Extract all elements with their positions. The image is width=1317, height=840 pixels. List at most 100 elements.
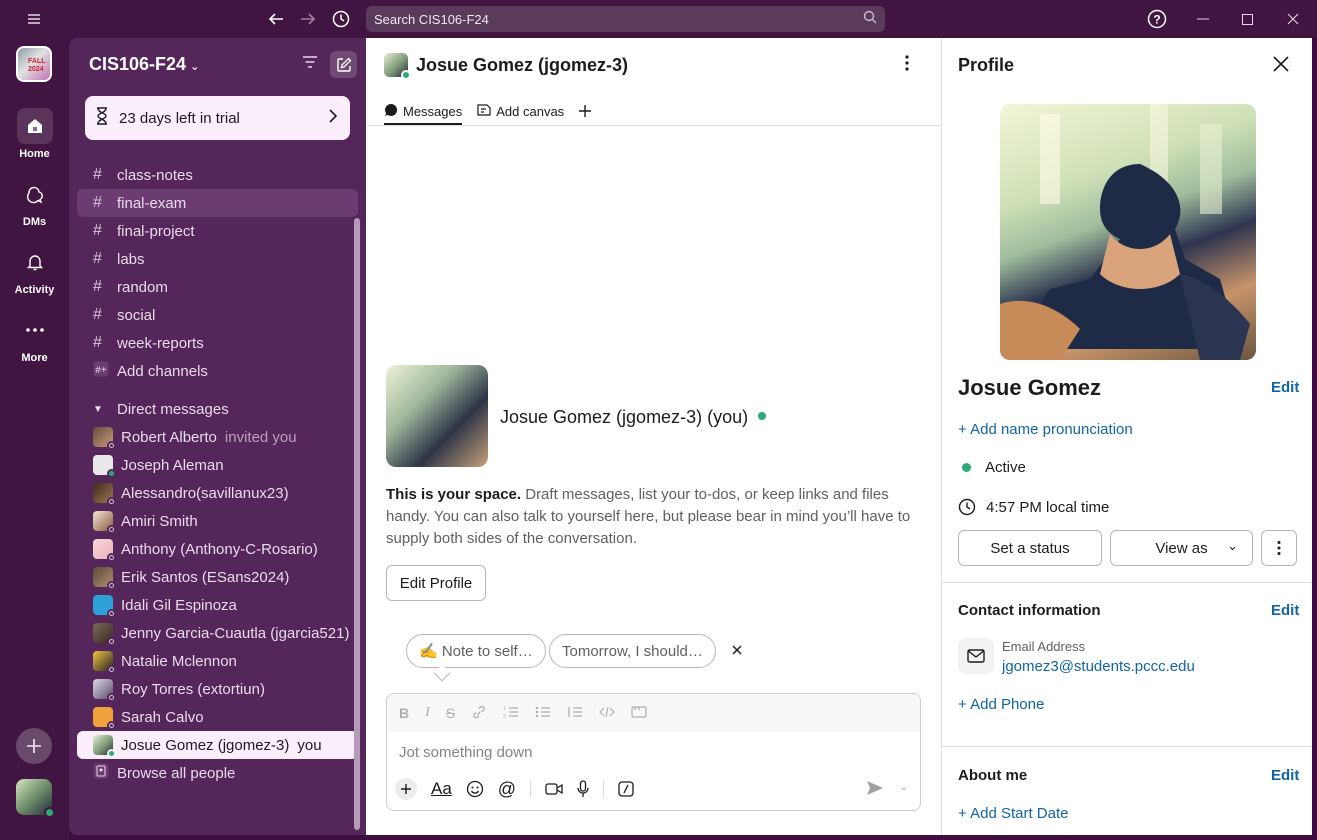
mention-icon[interactable]: @ (498, 779, 516, 800)
video-icon[interactable] (545, 782, 563, 796)
dm-item[interactable]: Natalie Mclennon (77, 647, 358, 675)
presence-status: Active (962, 459, 1026, 476)
suggestion-tomorrow[interactable]: Tomorrow, I should… (549, 634, 716, 668)
dm-item[interactable]: Roy Torres (extortiun) (77, 675, 358, 703)
hash-icon: # (93, 222, 102, 239)
back-arrow-icon[interactable] (266, 9, 286, 29)
add-channel-icon: #+ (93, 361, 117, 382)
send-icon[interactable] (866, 780, 884, 800)
divider (942, 582, 1313, 583)
send-options-chevron-icon[interactable]: ⌄ (900, 782, 908, 793)
channel-item[interactable]: # final-project (77, 217, 358, 245)
forward-arrow-icon[interactable] (298, 9, 318, 29)
tab-add-canvas[interactable]: Add canvas (476, 100, 564, 122)
dm-item[interactable]: Amiri Smith (77, 507, 358, 535)
search-input[interactable]: Search CIS106-F24 (366, 6, 885, 32)
dm-item[interactable]: Alessandro(savillanux23) (77, 479, 358, 507)
suggestion-note-to-self[interactable]: ✍️ Note to self… (406, 634, 546, 668)
tab-messages[interactable]: Messages (384, 97, 463, 125)
sidebar-scrollbar[interactable] (354, 218, 360, 830)
slash-command-icon[interactable] (618, 781, 634, 797)
presence-active-icon (758, 411, 767, 420)
dm-item[interactable]: Robert Alberto invited you (77, 423, 358, 451)
add-phone-link[interactable]: + Add Phone (958, 696, 1044, 713)
conversation-title-button[interactable]: Josue Gomez (jgomez-3) (384, 53, 628, 80)
view-as-button[interactable]: View as ⌄ (1110, 530, 1253, 566)
code-icon[interactable] (599, 705, 615, 722)
rail-home[interactable]: Home (0, 108, 69, 160)
add-workspace-button[interactable] (16, 728, 52, 764)
bold-icon[interactable]: B (399, 705, 409, 721)
code-block-icon[interactable] (631, 705, 647, 722)
set-status-button[interactable]: Set a status (958, 530, 1102, 566)
more-actions-button[interactable] (1261, 530, 1297, 566)
title-bar: Search CIS106-F24 ? (0, 0, 1317, 38)
strikethrough-icon[interactable]: S (446, 705, 455, 721)
add-name-pronunciation-link[interactable]: + Add name pronunciation (958, 421, 1133, 438)
channel-item[interactable]: # week-reports (77, 329, 358, 357)
close-icon[interactable] (1273, 52, 1289, 78)
microphone-icon[interactable] (577, 780, 589, 798)
add-channels-button[interactable]: #+ Add channels (77, 357, 358, 385)
dm-item[interactable]: Idali Gil Espinoza (77, 591, 358, 619)
hamburger-menu-icon[interactable] (24, 10, 44, 28)
italic-icon[interactable]: I (425, 705, 430, 721)
composer-placeholder[interactable]: Jot something down (399, 744, 532, 761)
rail-activity[interactable]: Activity (0, 244, 69, 296)
trial-banner[interactable]: 23 days left in trial (85, 96, 350, 140)
dm-item[interactable]: Joseph Aleman (77, 451, 358, 479)
workspace-name-button[interactable]: CIS106-F24 ⌄ (89, 54, 199, 75)
message-composer[interactable]: B I S 12 Jot something down Aa @ ⌄ (386, 693, 921, 811)
dm-name: Idali Gil Espinoza (121, 596, 237, 614)
minimize-window-icon[interactable] (1196, 10, 1210, 28)
dm-item[interactable]: Jenny Garcia-Cuautla (jgarcia521) (77, 619, 358, 647)
link-icon[interactable] (471, 705, 487, 722)
text-format-icon[interactable]: Aa (431, 779, 452, 799)
dm-item-self[interactable]: Josue Gomez (jgomez-3) you (77, 731, 358, 759)
dm-item[interactable]: Sarah Calvo (77, 703, 358, 731)
edit-about-link[interactable]: Edit (1271, 767, 1299, 784)
compose-button[interactable] (330, 51, 357, 78)
edit-profile-button[interactable]: Edit Profile (386, 565, 486, 601)
filter-icon[interactable] (302, 55, 318, 73)
channel-item[interactable]: # labs (77, 245, 358, 273)
emoji-icon[interactable] (466, 780, 484, 798)
edit-contact-link[interactable]: Edit (1271, 602, 1299, 619)
channel-item-selected[interactable]: # final-exam (77, 189, 358, 217)
bullet-list-icon[interactable] (535, 705, 551, 722)
close-window-icon[interactable] (1286, 10, 1300, 28)
presence-away-icon (107, 693, 116, 702)
edit-profile-link[interactable]: Edit (1271, 379, 1299, 396)
presence-away-icon (107, 441, 116, 450)
maximize-window-icon[interactable] (1240, 10, 1254, 28)
channel-item[interactable]: # class-notes (77, 161, 358, 189)
profile-photo[interactable] (1000, 104, 1256, 360)
dm-item[interactable]: Erik Santos (ESans2024) (77, 563, 358, 591)
add-tab-plus-icon[interactable] (578, 100, 592, 122)
channel-item[interactable]: # random (77, 273, 358, 301)
profile-avatar-large[interactable] (386, 365, 488, 467)
channel-item[interactable]: # social (77, 301, 358, 329)
browse-people-button[interactable]: Browse all people (77, 759, 358, 787)
close-suggestions-icon[interactable] (732, 642, 742, 660)
attach-plus-icon[interactable] (395, 778, 417, 800)
ordered-list-icon[interactable]: 12 (503, 705, 519, 722)
dm-item[interactable]: Anthony (Anthony-C-Rosario) (77, 535, 358, 563)
more-options-icon[interactable] (904, 54, 910, 77)
tab-divider (366, 125, 941, 126)
help-icon[interactable]: ? (1146, 8, 1168, 30)
avatar (93, 511, 116, 534)
add-start-date-link[interactable]: + Add Start Date (958, 805, 1069, 822)
history-clock-icon[interactable] (330, 8, 352, 30)
workspace-logo[interactable] (16, 46, 52, 82)
blockquote-icon[interactable] (567, 705, 583, 722)
dm-section-header[interactable]: ▼ Direct messages (77, 395, 358, 423)
rail-more[interactable]: More (0, 312, 69, 364)
user-avatar[interactable] (16, 779, 55, 818)
email-link[interactable]: jgomez3@students.pccc.edu (1002, 658, 1195, 675)
rail-dms-label: DMs (22, 216, 47, 228)
dms-icon (17, 176, 53, 212)
channel-label: final-exam (117, 194, 187, 212)
dm-name: Jenny Garcia-Cuautla (jgarcia521) (121, 624, 350, 642)
rail-dms[interactable]: DMs (0, 176, 69, 228)
